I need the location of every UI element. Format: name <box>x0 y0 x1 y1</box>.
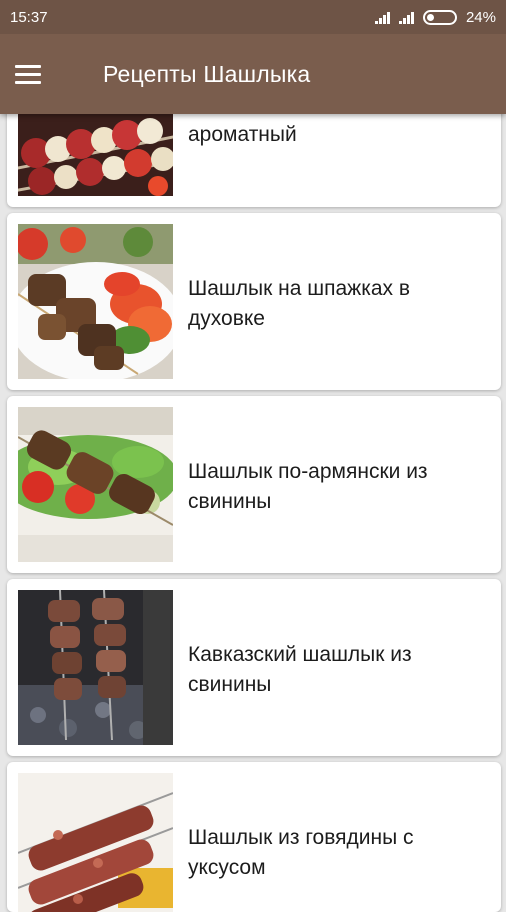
status-time: 15:37 <box>10 8 48 26</box>
recipe-card[interactable]: Шашлык из говядины с уксусом <box>7 762 501 912</box>
battery-icon <box>422 9 457 25</box>
recipe-thumbnail <box>18 590 173 745</box>
recipe-title: Шашлык из говядины с уксусом <box>188 826 414 879</box>
recipe-thumbnail <box>18 773 173 912</box>
recipe-card[interactable]: Шашлык по-армянски из свинины <box>7 396 501 573</box>
oven-skewers-image <box>18 224 173 379</box>
hamburger-menu-icon <box>15 64 41 84</box>
recipe-thumbnail <box>18 224 173 379</box>
recipe-card[interactable]: Шашлык на шпажках в духовке <box>7 213 501 390</box>
beef-skewers-image <box>18 773 173 912</box>
app-bar: Рецепты Шашлыка <box>0 34 506 114</box>
menu-button[interactable] <box>15 48 67 100</box>
recipe-title: Шашлык на шпажках в духовке <box>188 277 411 330</box>
recipe-title: Кавказский шашлык из свинины <box>188 643 412 696</box>
armenian-kebab-image <box>18 407 173 562</box>
recipe-list[interactable]: Шашлык из свиной шеи ароматный <box>0 0 506 912</box>
signal-icon <box>374 11 390 24</box>
recipe-thumbnail <box>18 407 173 562</box>
status-indicators: 24% <box>374 8 496 26</box>
battery-level: 24% <box>465 8 496 26</box>
recipe-title: Шашлык по-армянски из свинины <box>188 460 428 513</box>
caucasian-skewers-image <box>18 590 173 745</box>
signal-icon <box>398 11 414 24</box>
status-bar: 15:37 24% <box>0 0 506 34</box>
recipe-card[interactable]: Кавказский шашлык из свинины <box>7 579 501 756</box>
page-title: Рецепты Шашлыка <box>103 60 311 87</box>
